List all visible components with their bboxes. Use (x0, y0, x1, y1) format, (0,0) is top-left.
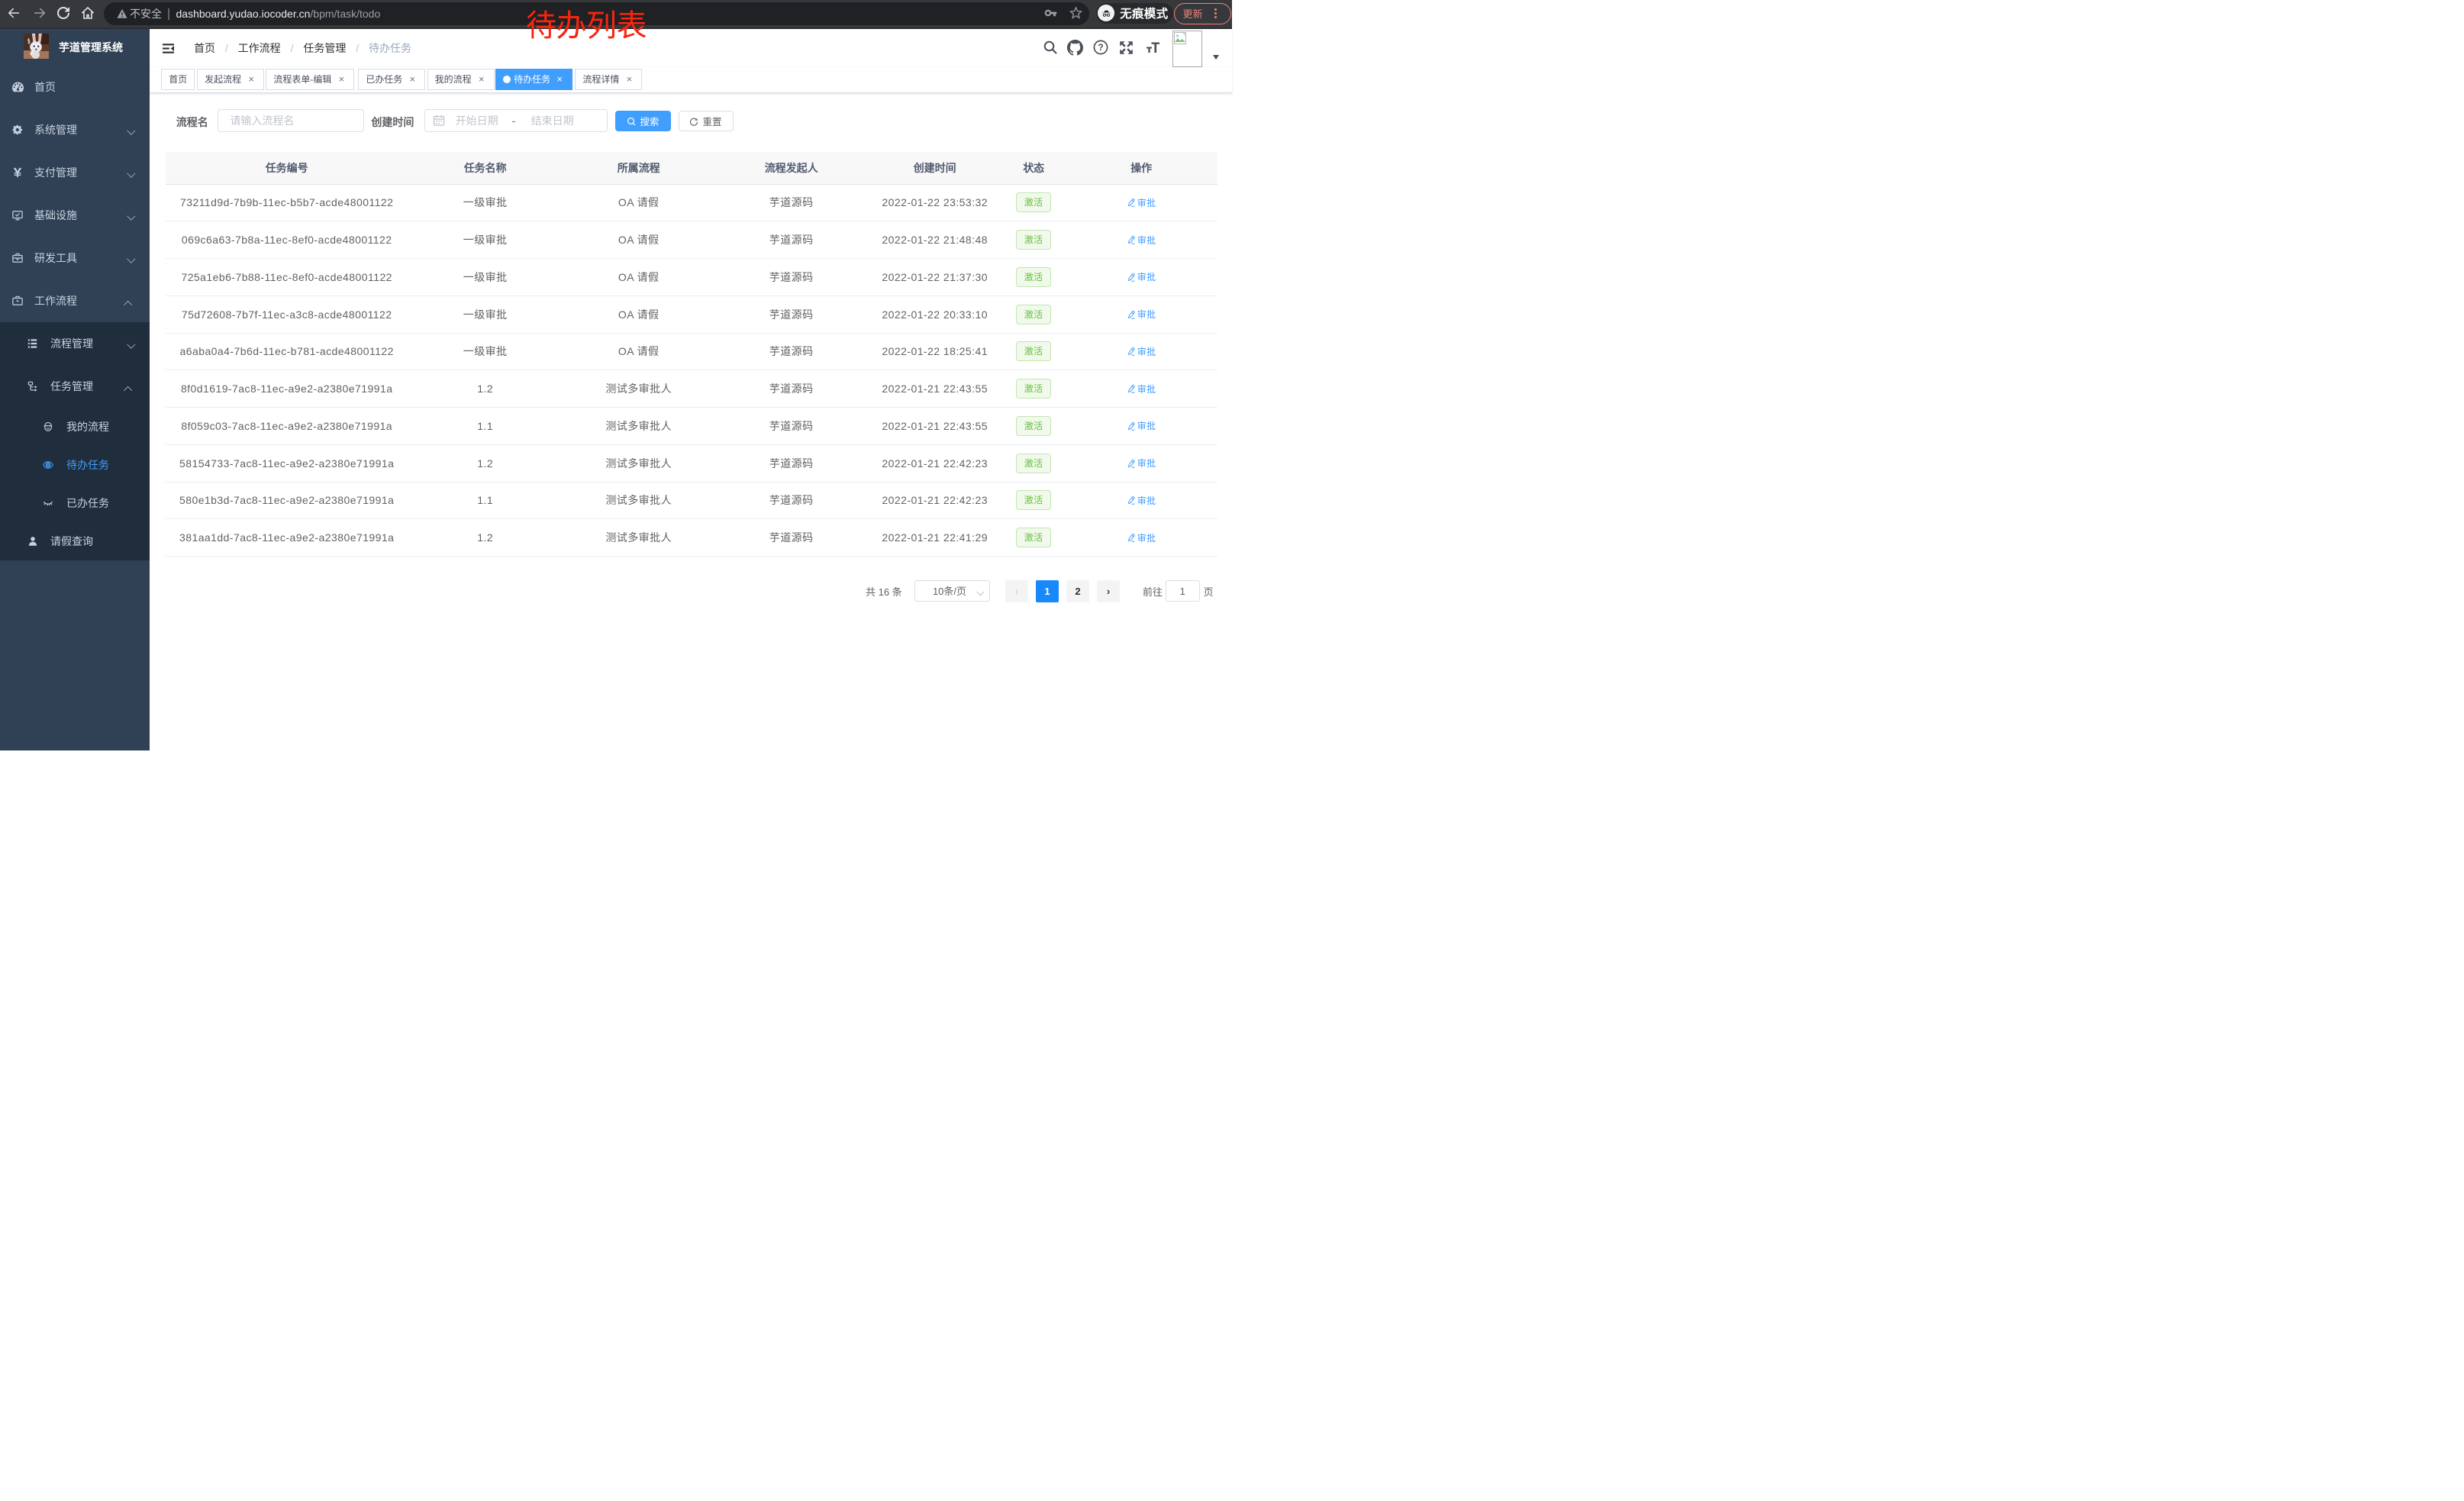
svg-text:?: ? (1098, 42, 1103, 53)
